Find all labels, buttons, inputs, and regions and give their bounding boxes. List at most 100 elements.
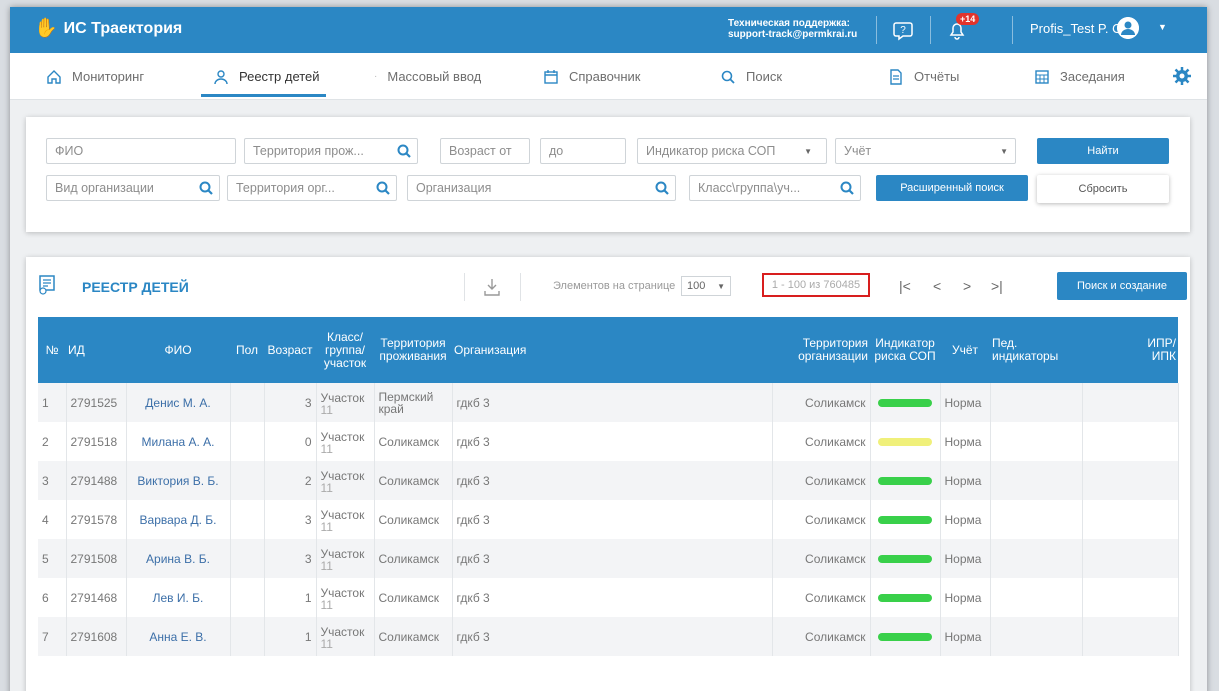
help-icon[interactable]: ? xyxy=(892,19,914,41)
col-id[interactable]: ИД xyxy=(66,317,126,383)
cell-ped xyxy=(990,461,1083,500)
col-organization[interactable]: Организация xyxy=(452,317,772,383)
col-num[interactable]: № xyxy=(38,317,66,383)
prev-page-button[interactable]: < xyxy=(933,278,941,294)
search-create-button[interactable]: Поиск и создание xyxy=(1057,272,1187,300)
logo-hand-icon: ✋ xyxy=(34,18,58,39)
user-avatar-icon[interactable] xyxy=(1117,17,1139,39)
reset-button[interactable]: Сбросить xyxy=(1037,175,1169,203)
col-age[interactable]: Возраст xyxy=(264,317,316,383)
dot-icon: · xyxy=(374,70,378,82)
caret-down-icon: ▼ xyxy=(1000,147,1008,156)
class-placeholder: Класс\группа\уч... xyxy=(698,181,801,195)
cell-fio-link[interactable]: Анна Е. В. xyxy=(126,617,231,656)
download-icon[interactable] xyxy=(483,277,501,297)
search-icon[interactable] xyxy=(839,180,855,196)
last-page-button[interactable]: >| xyxy=(991,278,1003,294)
cell-ped xyxy=(990,500,1083,539)
cell-gender xyxy=(230,500,265,539)
nav-search[interactable]: Поиск xyxy=(720,53,782,100)
col-class[interactable]: Класс/группа/участок xyxy=(316,317,374,383)
cell-organization: гдкб 3 xyxy=(452,383,773,422)
col-risk[interactable]: Индикатор риска СОП xyxy=(870,317,940,383)
next-page-button[interactable]: > xyxy=(963,278,971,294)
age-to-input[interactable]: до xyxy=(540,138,626,164)
col-gender[interactable]: Пол xyxy=(230,317,264,383)
fio-placeholder: ФИО xyxy=(55,144,84,158)
support-email[interactable]: support-track@permkrai.ru xyxy=(728,29,857,40)
records-range: 1 - 100 из 760485 xyxy=(762,273,870,297)
gear-icon[interactable] xyxy=(1173,67,1191,85)
cell-fio-link[interactable]: Варвара Д. Б. xyxy=(126,500,231,539)
cell-ped xyxy=(990,617,1083,656)
table-row[interactable]: 7 2791608 Анна Е. В. 1 Участок 11 Соликамск гдк… xyxy=(38,617,1179,656)
col-ipr-line2: ИПК xyxy=(1151,349,1176,363)
col-class-line1: Класс/ xyxy=(327,329,363,344)
org-type-input[interactable]: Вид организации xyxy=(46,175,220,201)
cell-gender xyxy=(230,422,265,461)
search-icon[interactable] xyxy=(375,180,391,196)
cell-class-line1: Участок xyxy=(320,585,365,600)
nav-mass-input[interactable]: · Массовый ввод xyxy=(374,53,481,100)
cell-fio-link[interactable]: Арина В. Б. xyxy=(126,539,231,578)
territory-org-input[interactable]: Территория орг... xyxy=(227,175,397,201)
table-row[interactable]: 2 2791518 Милана А. А. 0 Участок 11 Соликамск г… xyxy=(38,422,1179,461)
nav-meetings[interactable]: Заседания xyxy=(1034,53,1125,100)
fio-input[interactable]: ФИО xyxy=(46,138,236,164)
find-button[interactable]: Найти xyxy=(1037,138,1169,164)
children-table: № ИД ФИО Пол Возраст Класс/группа/участо… xyxy=(38,317,1179,656)
cell-territory: Соликамск xyxy=(374,461,453,500)
account-select[interactable]: Учёт ▼ xyxy=(835,138,1016,164)
table-row[interactable]: 1 2791525 Денис М. А. 3 Участок 11 Пермский кр… xyxy=(38,383,1179,422)
table-row[interactable]: 4 2791578 Варвара Д. Б. 3 Участок 11 Соликамск… xyxy=(38,500,1179,539)
col-class-line3: участок xyxy=(323,355,367,370)
cell-ipr xyxy=(1082,383,1179,422)
cell-age: 0 xyxy=(264,422,317,461)
cell-fio-link[interactable]: Денис М. А. xyxy=(126,383,231,422)
class-input[interactable]: Класс\группа\уч... xyxy=(689,175,861,201)
cell-fio-link[interactable]: Милана А. А. xyxy=(126,422,231,461)
table-row[interactable]: 6 2791468 Лев И. Б. 1 Участок 11 Соликамск гдкб… xyxy=(38,578,1179,617)
nav-label: Заседания xyxy=(1060,69,1125,84)
col-territory-org-line2: организации xyxy=(798,349,868,363)
col-territory-residence[interactable]: Территория проживания xyxy=(374,317,452,383)
search-icon[interactable] xyxy=(654,180,670,196)
cell-fio-link[interactable]: Лев И. Б. xyxy=(126,578,231,617)
territory-residence-input[interactable]: Территория прож... xyxy=(244,138,418,164)
search-icon[interactable] xyxy=(198,180,214,196)
cell-account: Норма xyxy=(940,422,991,461)
support-label: Техническая поддержка: xyxy=(728,18,851,29)
search-icon[interactable] xyxy=(396,143,412,159)
cell-gender xyxy=(230,539,265,578)
col-ped[interactable]: Пед. индикаторы xyxy=(990,317,1082,383)
cell-risk xyxy=(870,578,941,617)
table-row[interactable]: 5 2791508 Арина В. Б. 3 Участок 11 Соликамск гд… xyxy=(38,539,1179,578)
nav-monitoring[interactable]: Мониторинг xyxy=(46,53,144,100)
organization-input[interactable]: Организация xyxy=(407,175,676,201)
cell-territory-org: Соликамск xyxy=(772,422,871,461)
col-territory-org[interactable]: Территория организации xyxy=(772,317,870,383)
age-from-input[interactable]: Возраст от xyxy=(440,138,530,164)
user-name[interactable]: Profis_Test P. O. xyxy=(1030,21,1126,36)
cell-id: 2791468 xyxy=(66,578,127,617)
per-page-select[interactable]: 100 ▼ xyxy=(681,276,731,296)
cell-ipr xyxy=(1082,617,1179,656)
cell-class-line1: Участок xyxy=(320,468,365,483)
col-ipr[interactable]: ИПР/ИПК xyxy=(1082,317,1178,383)
first-page-button[interactable]: |< xyxy=(899,278,911,294)
table-header: № ИД ФИО Пол Возраст Класс/группа/участо… xyxy=(38,317,1178,383)
risk-indicator-select[interactable]: Индикатор риска СОП ▼ xyxy=(637,138,827,164)
table-row[interactable]: 3 2791488 Виктория В. Б. 2 Участок 11 Соликамс… xyxy=(38,461,1179,500)
chevron-down-icon[interactable]: ▼ xyxy=(1158,22,1167,32)
col-territory-residence-line2: проживания xyxy=(379,349,447,363)
col-account[interactable]: Учёт xyxy=(940,317,990,383)
cell-fio-link[interactable]: Виктория В. Б. xyxy=(126,461,231,500)
nav-reports[interactable]: Отчёты xyxy=(888,53,959,100)
nav-children-registry[interactable]: Реестр детей xyxy=(201,53,326,100)
nav-reference[interactable]: Справочник xyxy=(543,53,641,100)
top-bar: ✋ ИС Траектория Техническая поддержка: s… xyxy=(10,7,1207,53)
col-fio[interactable]: ФИО xyxy=(126,317,230,383)
advanced-search-button[interactable]: Расширенный поиск xyxy=(876,175,1028,201)
app-logo[interactable]: ✋ ИС Траектория xyxy=(34,19,182,38)
cell-account: Норма xyxy=(940,539,991,578)
